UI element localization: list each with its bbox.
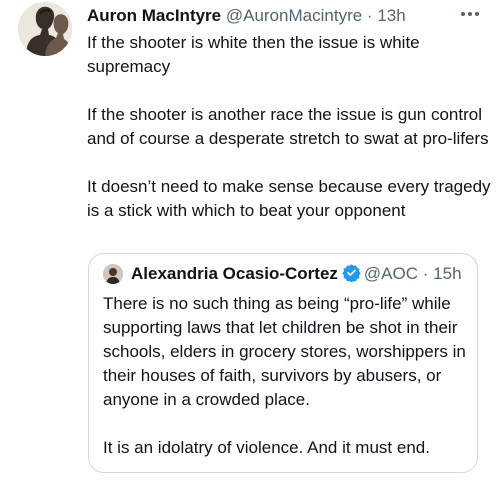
quoted-avatar-image	[103, 264, 123, 284]
quoted-paragraph: There is no such thing as being “pro-lif…	[103, 294, 466, 409]
quoted-timestamp[interactable]: 15h	[433, 264, 461, 283]
author-name[interactable]: Auron MacIntyre	[87, 6, 221, 25]
tweet-paragraph: If the shooter is white then the issue i…	[87, 33, 420, 76]
quoted-tweet[interactable]: Alexandria Ocasio-Cortez @AOC · 15h Ther…	[88, 253, 478, 473]
tweet-paragraph: It doesn’t need to make sense because ev…	[87, 177, 491, 220]
tweet: Auron MacIntyre @AuronMacintyre · 13h If…	[0, 0, 500, 473]
quoted-tweet-text: There is no such thing as being “pro-lif…	[103, 292, 475, 484]
avatar[interactable]	[18, 2, 72, 56]
author-handle[interactable]: @AuronMacintyre	[226, 6, 362, 25]
quoted-separator-dot: ·	[422, 264, 429, 283]
timestamp[interactable]: 13h	[377, 6, 405, 25]
quoted-paragraph: It is an idolatry of violence. And it mu…	[103, 438, 430, 457]
tweet-text: If the shooter is white then the issue i…	[87, 31, 492, 247]
separator-dot: ·	[366, 6, 373, 25]
avatar-image	[18, 2, 72, 56]
quoted-avatar[interactable]	[103, 264, 123, 284]
quoted-author-handle[interactable]: @AOC	[364, 264, 418, 283]
tweet-header: Auron MacIntyre @AuronMacintyre · 13h	[87, 4, 406, 28]
more-options-button[interactable]	[458, 4, 482, 24]
quoted-author-name[interactable]: Alexandria Ocasio-Cortez	[131, 264, 338, 283]
verified-badge-icon	[342, 264, 361, 282]
tweet-paragraph: If the shooter is another race the issue…	[87, 105, 489, 148]
ellipsis-icon	[461, 12, 479, 16]
quoted-tweet-header: Alexandria Ocasio-Cortez @AOC · 15h	[131, 262, 462, 286]
